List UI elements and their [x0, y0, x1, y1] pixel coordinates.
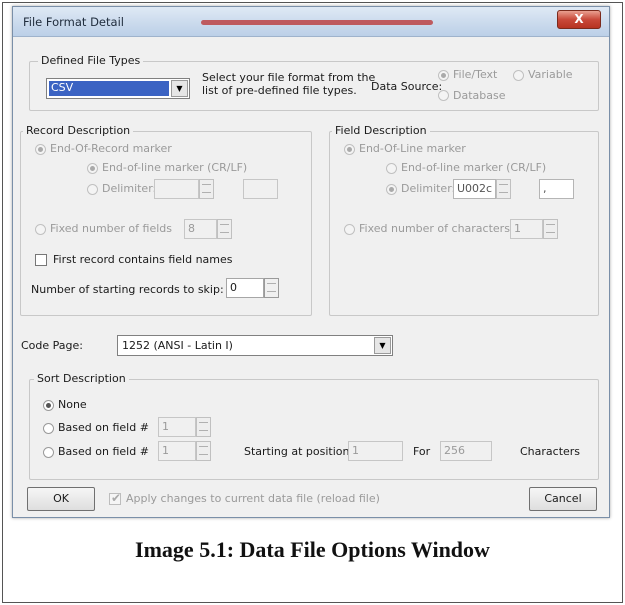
- title-bar[interactable]: File Format Detail X: [13, 7, 609, 37]
- dialog-body: Defined File Types CSV ▼ Select your fil…: [17, 41, 605, 515]
- file-type-help-1: Select your file format from the: [202, 71, 376, 84]
- window-title: File Format Detail: [23, 15, 124, 29]
- fixed-fields-label: Fixed number of fields: [50, 222, 172, 235]
- skip-records-label: Number of starting records to skip:: [31, 283, 224, 296]
- record-delimiter-radio[interactable]: [87, 184, 98, 195]
- fixed-fields-radio[interactable]: [35, 224, 46, 235]
- sort-field-spinner[interactable]: [196, 417, 211, 437]
- field-description-legend: Field Description: [332, 124, 430, 137]
- sort-field-position-label: Based on field #: [58, 445, 149, 458]
- fixed-fields-spinner[interactable]: [217, 219, 232, 239]
- sort-field2-spinner[interactable]: [196, 441, 211, 461]
- defined-file-types-group: Defined File Types CSV ▼ Select your fil…: [29, 54, 599, 111]
- record-eol-label: End-of-line marker (CR/LF): [102, 161, 248, 174]
- end-of-record-label: End-Of-Record marker: [50, 142, 172, 155]
- characters-label: Characters: [520, 445, 581, 458]
- sort-description-group: Sort Description None Based on field # 1…: [29, 372, 599, 480]
- fixed-chars-label: Fixed number of characters: [359, 222, 510, 235]
- source-variable-radio[interactable]: [513, 70, 524, 81]
- record-delimiter-label: Delimiter:: [102, 182, 157, 195]
- record-eol-radio[interactable]: [87, 163, 98, 174]
- field-eol-marker-radio[interactable]: [386, 163, 397, 174]
- for-length-input[interactable]: 256: [440, 441, 492, 461]
- field-delimiter-label: Delimiter:: [401, 182, 456, 195]
- apply-changes-checkbox[interactable]: ✔: [109, 491, 122, 505]
- source-variable-label: Variable: [528, 68, 573, 81]
- file-type-value: CSV: [49, 81, 169, 96]
- source-database-radio[interactable]: [438, 90, 449, 101]
- starting-position-label: Starting at position: [244, 445, 350, 458]
- defined-file-types-legend: Defined File Types: [38, 54, 144, 67]
- first-record-names-label: First record contains field names: [53, 253, 233, 266]
- field-eol-marker-label: End-of-line marker (CR/LF): [401, 161, 547, 174]
- fixed-chars-input[interactable]: 1: [510, 219, 543, 239]
- first-record-names-checkbox[interactable]: [35, 254, 47, 266]
- cancel-button[interactable]: Cancel: [529, 487, 597, 511]
- source-database-label: Database: [453, 89, 506, 102]
- starting-position-input[interactable]: 1: [348, 441, 403, 461]
- field-delimiter-char-input[interactable]: ,: [539, 179, 574, 199]
- fixed-chars-radio[interactable]: [344, 224, 355, 235]
- sort-field2-input[interactable]: 1: [158, 441, 196, 461]
- file-type-select[interactable]: CSV ▼: [46, 78, 190, 99]
- sort-none-radio[interactable]: [43, 400, 54, 411]
- chevron-down-icon[interactable]: ▼: [374, 337, 391, 354]
- code-page-label: Code Page:: [21, 339, 83, 352]
- sort-field-position-radio[interactable]: [43, 447, 54, 458]
- close-button[interactable]: X: [557, 10, 601, 29]
- field-delimiter-spinner[interactable]: [496, 179, 511, 199]
- field-delimiter-radio[interactable]: [386, 184, 397, 195]
- field-description-group: Field Description End-Of-Line marker End…: [329, 124, 599, 316]
- field-delimiter-input[interactable]: U002c: [453, 179, 496, 199]
- checkmark-icon: ✔: [111, 491, 122, 505]
- sort-description-legend: Sort Description: [34, 372, 129, 385]
- record-description-group: Record Description End-Of-Record marker …: [20, 124, 312, 316]
- for-label: For: [413, 445, 431, 458]
- code-page-value: 1252 (ANSI - Latin I): [122, 339, 233, 352]
- record-delimiter-input[interactable]: [154, 179, 199, 199]
- field-eol-label: End-Of-Line marker: [359, 142, 466, 155]
- file-format-detail-dialog: File Format Detail X Defined File Types …: [12, 6, 610, 518]
- field-eol-radio[interactable]: [344, 144, 355, 155]
- figure-caption: Image 5.1: Data File Options Window: [135, 537, 490, 562]
- fixed-fields-input[interactable]: 8: [184, 219, 217, 239]
- record-delimiter-spinner[interactable]: [199, 179, 214, 199]
- chevron-down-icon[interactable]: ▼: [171, 80, 188, 97]
- sort-none-label: None: [58, 398, 87, 411]
- record-delimiter-char-input[interactable]: [243, 179, 278, 199]
- code-page-select[interactable]: 1252 (ANSI - Latin I) ▼: [117, 335, 393, 356]
- record-description-legend: Record Description: [23, 124, 134, 137]
- sort-field-input[interactable]: 1: [158, 417, 196, 437]
- title-bar-highlight: [201, 20, 433, 25]
- apply-changes-label: Apply changes to current data file (relo…: [126, 492, 380, 505]
- fixed-chars-spinner[interactable]: [543, 219, 558, 239]
- ok-button[interactable]: OK: [27, 487, 95, 511]
- skip-records-input[interactable]: 0: [226, 278, 264, 298]
- sort-field-radio[interactable]: [43, 423, 54, 434]
- source-file-text-label: File/Text: [453, 68, 498, 81]
- sort-field-label: Based on field #: [58, 421, 149, 434]
- source-file-text-radio[interactable]: [438, 70, 449, 81]
- file-type-help-2: list of pre-defined file types.: [202, 84, 357, 97]
- end-of-record-radio[interactable]: [35, 144, 46, 155]
- skip-records-spinner[interactable]: [264, 278, 279, 298]
- data-source-label: Data Source:: [371, 80, 443, 93]
